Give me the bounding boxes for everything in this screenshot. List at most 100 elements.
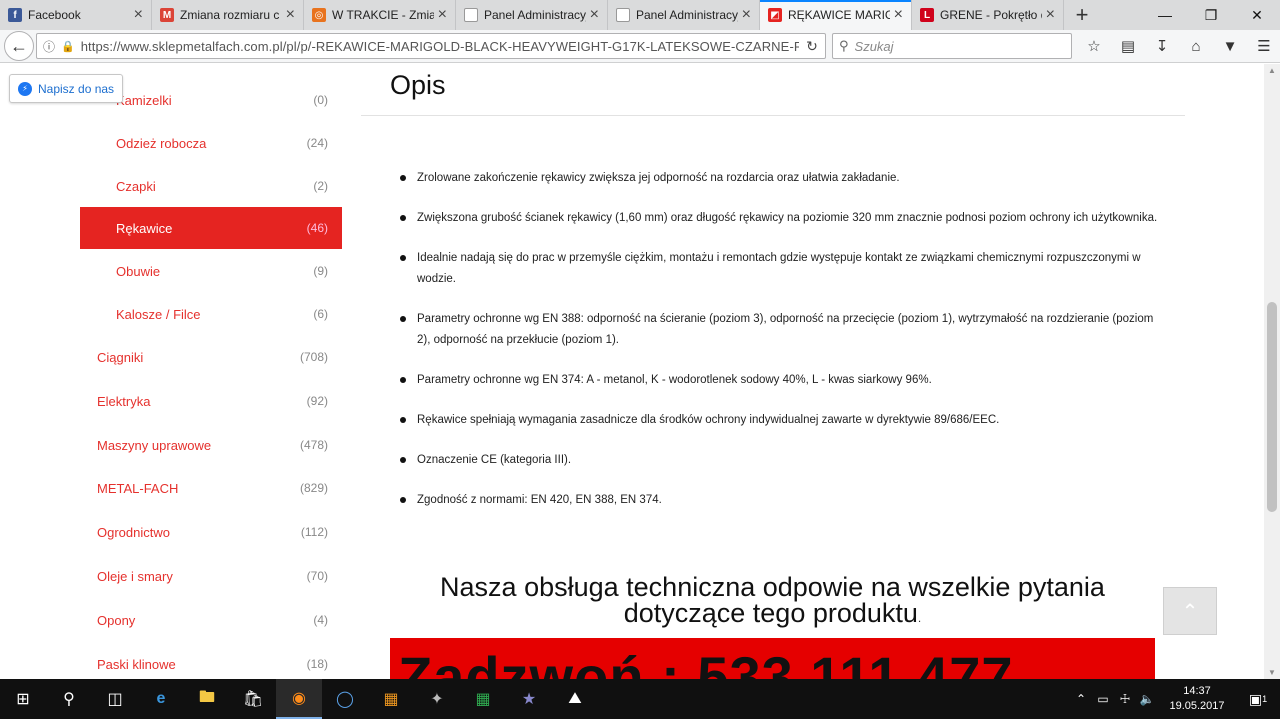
- reload-icon[interactable]: ↻: [799, 38, 825, 55]
- notification-count: 1: [1262, 694, 1268, 704]
- sidebar-category[interactable]: Ciągniki (708): [80, 336, 342, 378]
- browser-tab[interactable]: M Zmiana rozmiaru c ×: [152, 0, 304, 30]
- scrollbar-thumb[interactable]: [1267, 302, 1277, 512]
- battery-icon[interactable]: ▭: [1092, 692, 1114, 706]
- category-label: Rękawice: [116, 220, 173, 236]
- category-label: Maszyny uprawowe: [97, 437, 212, 453]
- spreadsheet-icon[interactable]: ▦: [460, 679, 506, 719]
- volume-icon[interactable]: 🔈: [1136, 692, 1158, 706]
- sidebar-category[interactable]: Rękawice (46): [80, 207, 342, 249]
- category-label: METAL-FACH: [97, 480, 179, 496]
- close-tab-icon[interactable]: ×: [286, 6, 295, 24]
- minimize-icon[interactable]: —: [1142, 0, 1188, 30]
- browser-tab[interactable]: ◎ W TRAKCIE - Zmiar ×: [304, 0, 456, 30]
- store-icon[interactable]: 🛍: [230, 679, 276, 719]
- category-count: (92): [306, 394, 328, 408]
- page-scrollbar[interactable]: ▲ ▼: [1264, 64, 1280, 679]
- tab-title: GRENE - Pokrętło d: [940, 8, 1042, 22]
- tab-title: RĘKAWICE MARIGO: [788, 8, 890, 22]
- clock[interactable]: 14:37 19.05.2017: [1158, 684, 1236, 714]
- tray-chevron-icon[interactable]: ⌃: [1070, 692, 1092, 706]
- category-label: Odzież robocza: [116, 135, 207, 151]
- browser-tab[interactable]: Panel Administracyjny - ×: [608, 0, 760, 30]
- scroll-up-icon[interactable]: ▲: [1268, 66, 1276, 75]
- close-tab-icon[interactable]: ×: [1046, 6, 1055, 24]
- edge-browser-icon[interactable]: e: [138, 679, 184, 719]
- gimp-icon[interactable]: ✦: [414, 679, 460, 719]
- download-icon[interactable]: ↧: [1148, 32, 1176, 60]
- network-icon[interactable]: ☩: [1114, 692, 1136, 706]
- url-bar[interactable]: ⓘ 🔒 https://www.sklepmetalfach.com.pl/pl…: [36, 33, 826, 59]
- paint-icon[interactable]: ★: [506, 679, 552, 719]
- windows-taskbar: ⊞ ⚲ ◫ e 🖿 🛍 ◉ ◯ ▦ ✦ ▦ ★ ⛰ ⌃ ▭ ☩ 🔈 14:37 …: [0, 679, 1280, 719]
- scroll-to-top-button[interactable]: ⌃: [1163, 587, 1217, 635]
- category-label: Kamizelki: [116, 92, 172, 108]
- close-tab-icon[interactable]: ×: [134, 6, 143, 24]
- divider: [361, 115, 1185, 116]
- browser-tab[interactable]: f Facebook ×: [0, 0, 152, 30]
- firefox-icon[interactable]: ◉: [276, 679, 322, 719]
- close-tab-icon[interactable]: ×: [894, 6, 903, 24]
- search-taskbar-icon[interactable]: ⚲: [46, 679, 92, 719]
- sidebar-category[interactable]: Ogrodnictwo (112): [80, 511, 342, 553]
- reader-list-icon[interactable]: ▤: [1114, 32, 1142, 60]
- menu-icon[interactable]: ☰: [1250, 32, 1278, 60]
- description-bullet: Parametry ochronne wg EN 388: odporność …: [400, 309, 1160, 351]
- lifebuoy-icon: ◎: [312, 8, 326, 22]
- sidebar-category[interactable]: Opony (4): [80, 599, 342, 641]
- info-icon[interactable]: ⓘ: [43, 38, 55, 55]
- description-heading: Opis: [390, 70, 446, 100]
- sidebar-category[interactable]: Oleje i smary (70): [80, 555, 342, 597]
- browser-tab[interactable]: Panel Administracyjny ×: [456, 0, 608, 30]
- sidebar-category[interactable]: Czapki (2): [80, 165, 342, 207]
- clock-time: 14:37: [1183, 685, 1211, 697]
- scroll-down-icon[interactable]: ▼: [1268, 668, 1276, 677]
- url-text[interactable]: https://www.sklepmetalfach.com.pl/pl/p/-…: [81, 39, 799, 54]
- sidebar-category[interactable]: METAL-FACH (829): [80, 467, 342, 509]
- new-tab-button[interactable]: +: [1064, 0, 1100, 30]
- sidebar-category[interactable]: Obuwie (9): [80, 250, 342, 292]
- photos-icon[interactable]: ⛰: [552, 679, 598, 719]
- app-icon-orange[interactable]: ▦: [368, 679, 414, 719]
- description-bullet: Zwiększona grubość ścianek rękawicy (1,6…: [400, 208, 1160, 229]
- description-bullet: Oznaczenie CE (kategoria III).: [400, 450, 1160, 471]
- pocket-icon[interactable]: ▼: [1216, 32, 1244, 60]
- category-count: (829): [299, 481, 328, 495]
- arrow-left-icon: ←: [10, 35, 28, 56]
- app-icon-blue[interactable]: ◯: [322, 679, 368, 719]
- sidebar-category[interactable]: Maszyny uprawowe (478): [80, 424, 342, 466]
- close-tab-icon[interactable]: ×: [590, 6, 599, 24]
- restore-icon[interactable]: ❐: [1188, 0, 1234, 30]
- sidebar-category[interactable]: Kalosze / Filce (6): [80, 293, 342, 335]
- browser-tab[interactable]: ◩ RĘKAWICE MARIGO ×: [760, 0, 912, 30]
- notifications-icon[interactable]: ▣ 1: [1236, 679, 1280, 719]
- task-view-icon[interactable]: ◫: [92, 679, 138, 719]
- lock-icon: 🔒: [61, 40, 75, 53]
- gmail-icon: M: [160, 8, 174, 22]
- blank-page-icon: [464, 8, 478, 22]
- page-content: Kamizelki (0) Odzież robocza (24) Czapki (2) R…: [0, 64, 1264, 679]
- tab-title: W TRAKCIE - Zmiar: [332, 8, 434, 22]
- windows-start-icon[interactable]: ⊞: [0, 679, 46, 719]
- category-count: (112): [300, 525, 328, 539]
- description-bullet: Parametry ochronne wg EN 374: A - metano…: [400, 370, 1160, 391]
- close-tab-icon[interactable]: ×: [742, 6, 751, 24]
- toolbar-icons: ☆ ▤ ↧ ⌂ ▼ ☰: [1080, 32, 1278, 60]
- sidebar-category[interactable]: Odzież robocza (24): [80, 122, 342, 164]
- search-icon: ⚲: [839, 38, 849, 53]
- bookmark-star-icon[interactable]: ☆: [1080, 32, 1108, 60]
- phone-banner[interactable]: Zadzwoń : 533 111 477: [390, 638, 1155, 679]
- close-tab-icon[interactable]: ×: [438, 6, 447, 24]
- messenger-chat-button[interactable]: ⚡ Napisz do nas: [9, 74, 123, 103]
- category-count: (708): [299, 350, 328, 364]
- close-window-icon[interactable]: ✕: [1234, 0, 1280, 30]
- sidebar-category[interactable]: Elektryka (92): [80, 380, 342, 422]
- system-tray: ⌃ ▭ ☩ 🔈 14:37 19.05.2017 ▣ 1: [1070, 679, 1280, 719]
- search-placeholder: Szukaj: [854, 38, 894, 54]
- sidebar-category[interactable]: Paski klinowe (18): [80, 643, 342, 679]
- back-button[interactable]: ←: [4, 31, 34, 61]
- home-icon[interactable]: ⌂: [1182, 32, 1210, 60]
- browser-tab[interactable]: L GRENE - Pokrętło d ×: [912, 0, 1064, 30]
- file-explorer-icon[interactable]: 🖿: [184, 679, 230, 719]
- search-input[interactable]: ⚲ Szukaj: [832, 33, 1072, 59]
